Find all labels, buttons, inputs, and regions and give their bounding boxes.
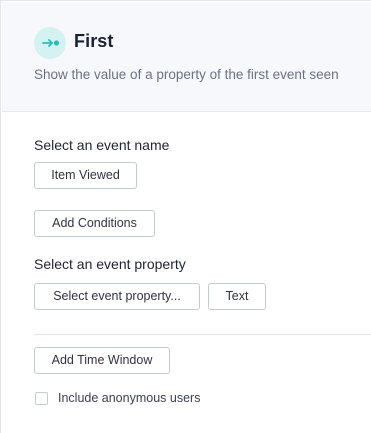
event-property-label: Select an event property [34, 256, 186, 272]
include-anonymous-checkbox[interactable] [35, 392, 48, 405]
add-time-window-button[interactable]: Add Time Window [34, 347, 170, 374]
add-conditions-button[interactable]: Add Conditions [34, 210, 155, 237]
property-type-button[interactable]: Text [208, 283, 266, 310]
include-anonymous-label[interactable]: Include anonymous users [58, 391, 200, 405]
panel-description: Show the value of a property of the firs… [34, 67, 339, 82]
event-name-select-button[interactable]: Item Viewed [34, 162, 137, 189]
panel-header: First Show the value of a property of th… [2, 2, 371, 112]
panel-title: First [74, 31, 114, 51]
event-name-label: Select an event name [34, 137, 170, 153]
section-divider [34, 334, 371, 335]
select-event-property-button[interactable]: Select event property... [34, 283, 200, 310]
arrow-to-dot-icon [34, 27, 66, 59]
first-function-panel: First Show the value of a property of th… [0, 0, 371, 433]
